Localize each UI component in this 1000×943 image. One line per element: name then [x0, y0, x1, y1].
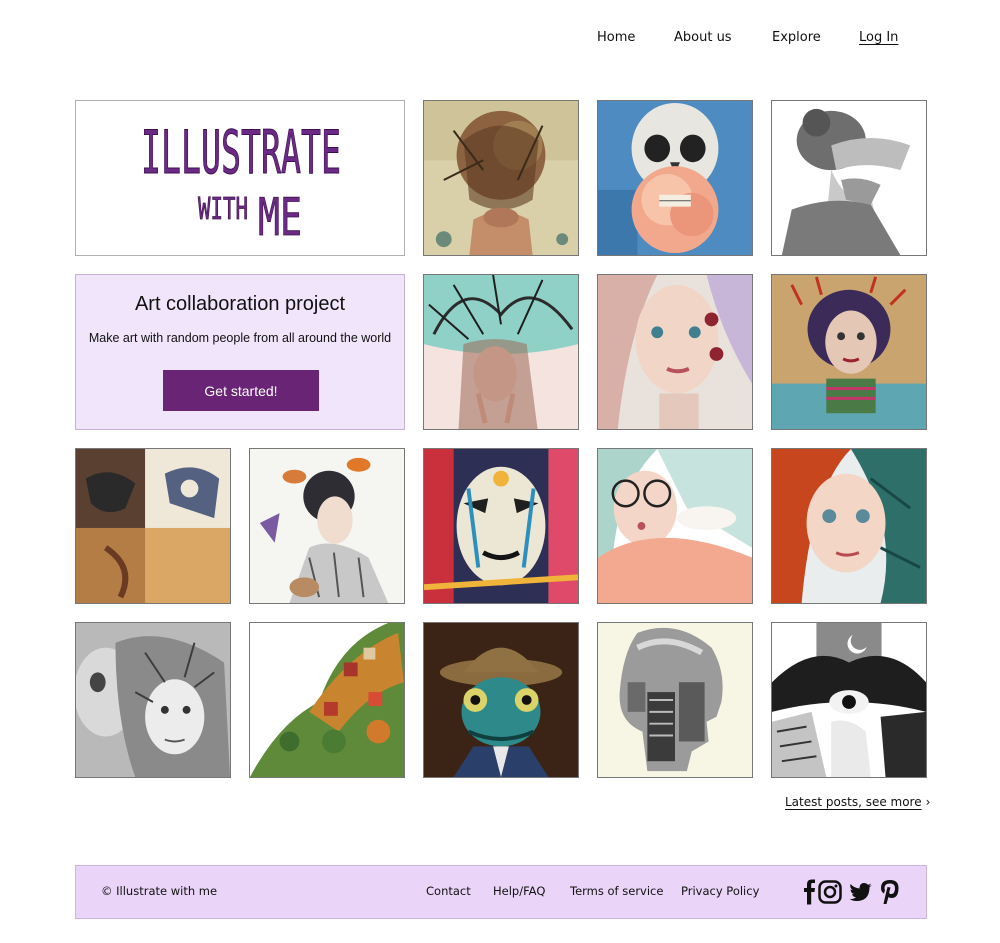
skull-rose-artwork[interactable] — [597, 100, 753, 256]
see-more-link[interactable]: Latest posts, see more › — [785, 795, 930, 809]
footer-contact-link[interactable]: Contact — [426, 884, 471, 898]
see-more-label: Latest posts, see more — [785, 795, 922, 809]
logo-line-1: ILLUSTRATE — [141, 118, 341, 188]
footer-terms-link[interactable]: Terms of service — [570, 884, 663, 898]
chevron-right-icon: › — [925, 795, 931, 809]
patchwork-faces-artwork[interactable] — [75, 448, 231, 604]
site-logo[interactable]: ILLUSTRATE WITH ME — [75, 100, 405, 256]
logo-line-2a: WITH — [198, 192, 248, 227]
footer-privacy-link[interactable]: Privacy Policy — [681, 884, 759, 898]
pinterest-icon[interactable] — [878, 879, 902, 905]
footer-copyright: © Illustrate with me — [101, 884, 218, 898]
glasses-girl-artwork[interactable] — [597, 448, 753, 604]
nav-login-link[interactable]: Log In — [859, 30, 898, 45]
get-started-button[interactable]: Get started! — [163, 370, 319, 411]
retro-woman-artwork[interactable] — [771, 274, 927, 430]
floral-face-girl-artwork[interactable] — [597, 274, 753, 430]
site-footer: © Illustrate with me Contact Help/FAQ Te… — [75, 865, 927, 919]
footer-help-link[interactable]: Help/FAQ — [493, 884, 545, 898]
redhead-girl-artwork[interactable] — [771, 448, 927, 604]
nav-explore-link[interactable]: Explore — [772, 30, 821, 45]
nav-home-link[interactable]: Home — [597, 30, 635, 45]
top-nav: Home About us Explore Log In — [0, 30, 1000, 50]
nav-about-link[interactable]: About us — [674, 30, 732, 45]
twitter-icon[interactable] — [849, 879, 873, 905]
city-silhouette-artwork[interactable] — [597, 622, 753, 778]
logo-line-2b: ME — [258, 188, 302, 248]
promo-subtitle: Make art with random people from all aro… — [88, 331, 392, 345]
collaboration-promo: Art collaboration project Make art with … — [75, 274, 405, 430]
promo-title: Art collaboration project — [134, 293, 346, 315]
pencil-girl-artwork[interactable] — [771, 100, 927, 256]
colorful-mask-artwork[interactable] — [423, 448, 579, 604]
chameleon-hat-artwork[interactable] — [423, 622, 579, 778]
collage-face-artwork[interactable] — [423, 100, 579, 256]
instagram-icon[interactable] — [818, 879, 842, 905]
woman-birds-artwork[interactable] — [249, 448, 405, 604]
tree-hair-girl-artwork[interactable] — [423, 274, 579, 430]
moon-embrace-artwork[interactable] — [771, 622, 927, 778]
village-hill-artwork[interactable] — [249, 622, 405, 778]
skull-woman-artwork[interactable] — [75, 622, 231, 778]
